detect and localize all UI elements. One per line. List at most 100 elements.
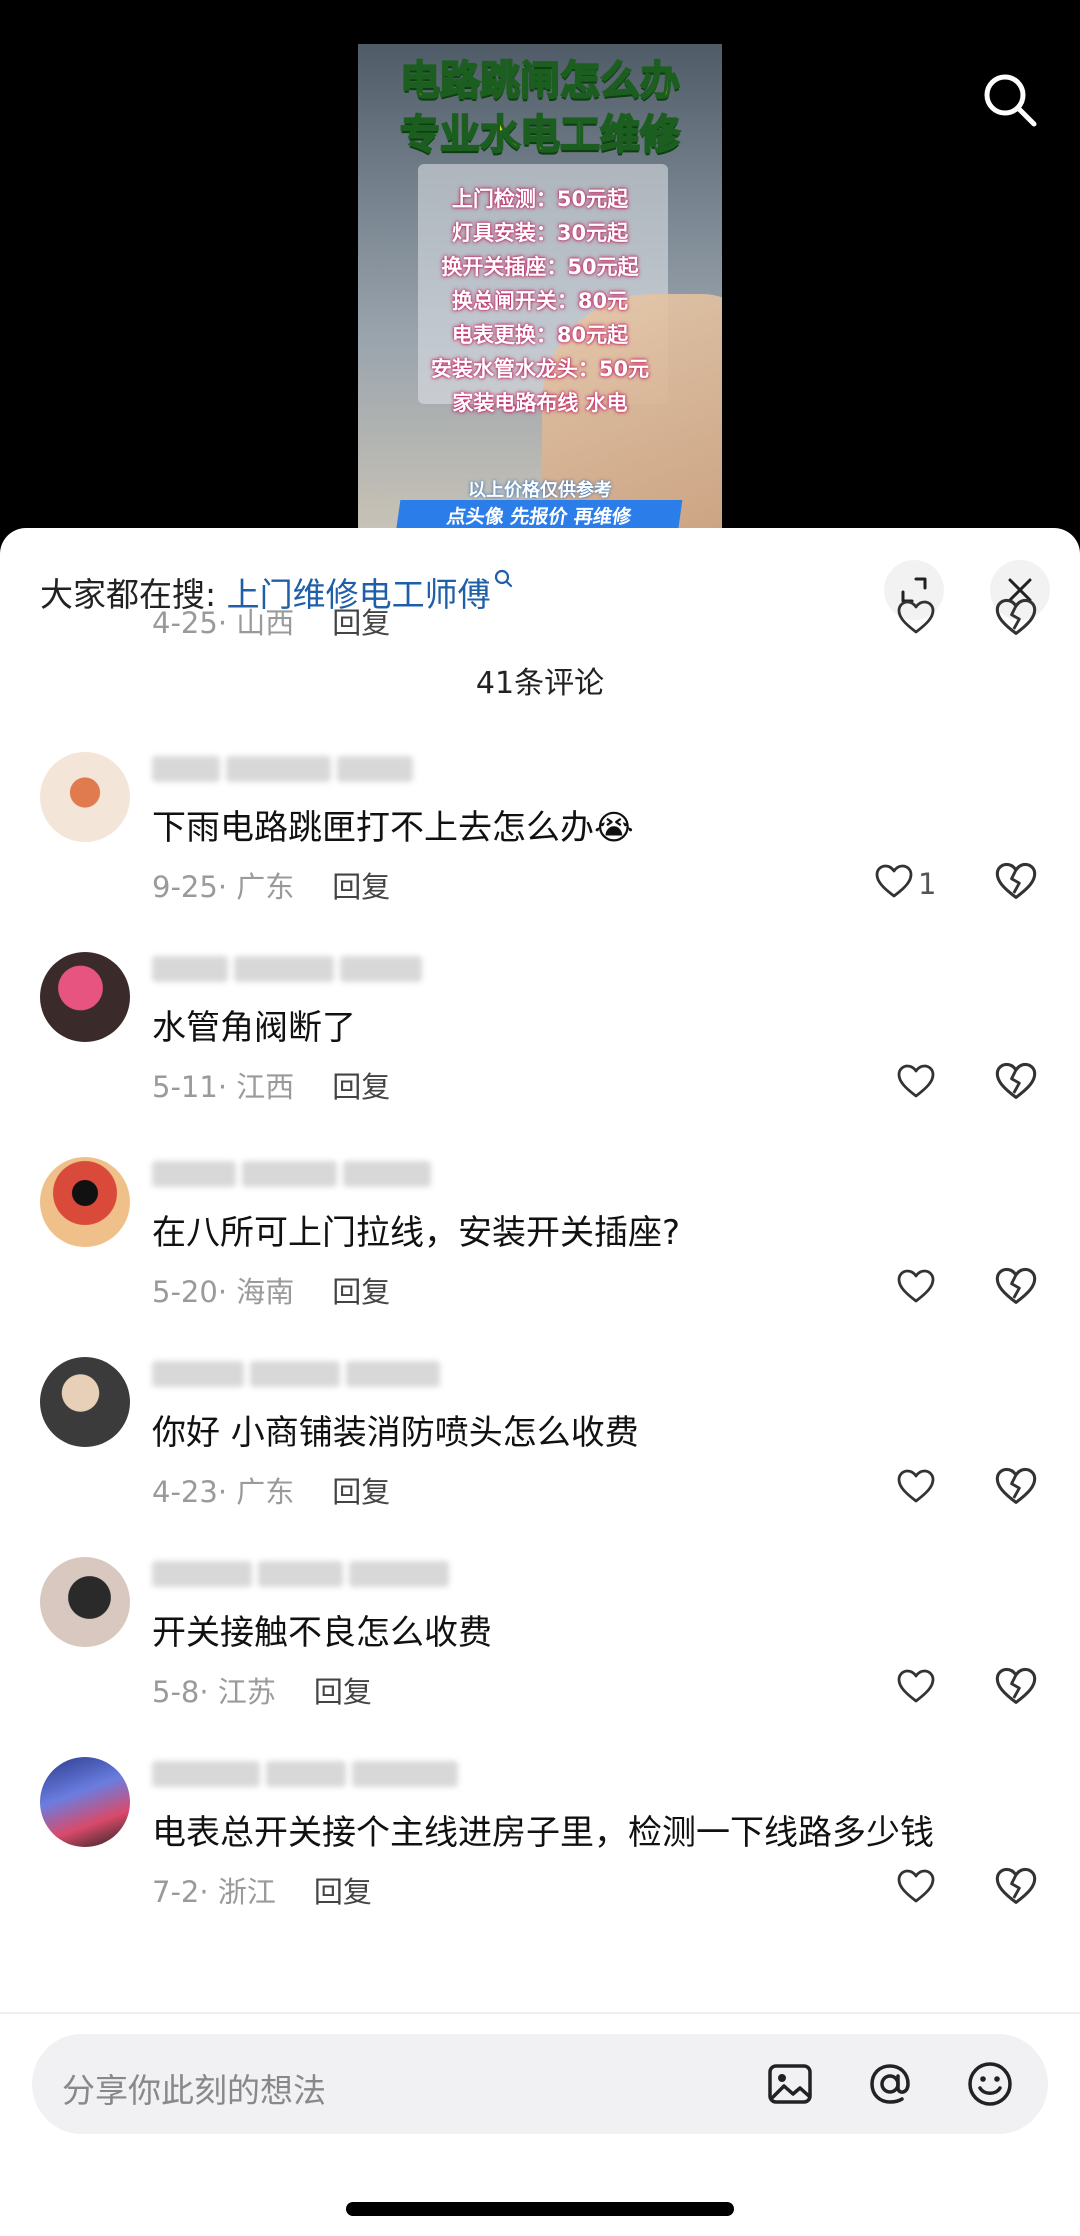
- heart-icon: [874, 862, 914, 906]
- username-blurred[interactable]: [152, 1161, 552, 1195]
- like-button[interactable]: [896, 1467, 940, 1511]
- like-button[interactable]: [896, 1867, 940, 1911]
- price-note: 以上价格仅供参考: [468, 480, 612, 501]
- username-blurred[interactable]: [152, 956, 552, 990]
- divider: [0, 2012, 1080, 2014]
- comment-date: 4-23: [152, 1475, 218, 1509]
- price-line: 电表更换：80元起: [451, 323, 629, 347]
- comment-input-placeholder: 分享你此刻的想法: [62, 2071, 326, 2110]
- comment-item[interactable]: 在八所可上门拉线，安装开关插座? 5-20· 海南 回复: [0, 1157, 1080, 1357]
- comment-location: 广东: [236, 1475, 295, 1509]
- search-icon[interactable]: [980, 70, 1040, 130]
- like-button[interactable]: [896, 598, 940, 642]
- comment-input[interactable]: 分享你此刻的想法: [32, 2034, 1048, 2134]
- comment-separator: ·: [217, 870, 237, 904]
- reply-button[interactable]: 回复: [314, 1675, 372, 1709]
- comment-separator: ·: [217, 1475, 237, 1509]
- comment-text: 开关接触不良怎么收费: [152, 1613, 492, 1653]
- dislike-button[interactable]: [994, 1865, 1038, 1909]
- broken-heart-icon: [994, 1267, 1038, 1313]
- dislike-button[interactable]: [994, 1060, 1038, 1104]
- comment-meta: 9-25· 广东 回复: [152, 864, 390, 906]
- avatar[interactable]: [40, 752, 130, 842]
- dislike-button[interactable]: [994, 1265, 1038, 1309]
- comment-separator: ·: [217, 606, 237, 640]
- comment-date: 5-20: [152, 1275, 218, 1309]
- avatar[interactable]: [40, 1757, 130, 1847]
- price-line: 上门检测：50元起: [451, 187, 629, 211]
- comment-item[interactable]: 下雨电路跳匣打不上去怎么办😭 9-25· 广东 回复 1: [0, 752, 1080, 952]
- comment-location: 江苏: [217, 1675, 276, 1709]
- comment-location: 广东: [236, 870, 295, 904]
- broken-heart-icon: [994, 862, 1038, 908]
- reply-button[interactable]: 回复: [332, 1475, 390, 1509]
- heart-icon: [896, 598, 936, 642]
- like-count: 1: [918, 867, 937, 901]
- dislike-button[interactable]: [994, 860, 1038, 904]
- price-list: 上门检测：50元起 灯具安装：30元起 换开关插座：50元起 换总闸开关：80元 电表更…: [358, 182, 722, 420]
- comment-text: 电表总开关接个主线进房子里，检测一下线路多少钱: [152, 1813, 934, 1853]
- like-button[interactable]: [896, 1267, 940, 1311]
- username-blurred[interactable]: [152, 756, 552, 790]
- reply-button[interactable]: 回复: [332, 870, 390, 904]
- comment-location: 海南: [236, 1275, 295, 1309]
- comment-item[interactable]: 电表总开关接个主线进房子里，检测一下线路多少钱 7-2· 浙江 回复: [0, 1757, 1080, 1957]
- comment-item[interactable]: 开关接触不良怎么收费 5-8· 江苏 回复: [0, 1557, 1080, 1757]
- avatar[interactable]: [40, 952, 130, 1042]
- comment-text: 下雨电路跳匣打不上去怎么办😭: [152, 808, 634, 848]
- comment-separator: ·: [199, 1675, 218, 1709]
- heart-icon: [896, 1062, 936, 1106]
- heart-icon: [896, 1267, 936, 1311]
- broken-heart-icon: [994, 1467, 1038, 1513]
- comment-date: 7-2: [152, 1875, 200, 1909]
- like-button[interactable]: [896, 1667, 940, 1711]
- dislike-button[interactable]: [994, 1665, 1038, 1709]
- comment-separator: ·: [199, 1875, 218, 1909]
- at-icon[interactable]: [864, 2058, 916, 2110]
- price-line: 灯具安装：30元起: [451, 221, 629, 245]
- thumbnail-title-line1: 电路跳闸怎么办: [399, 57, 681, 105]
- price-line: 安装水管水龙头：50元: [430, 357, 650, 381]
- broken-heart-icon: [994, 1667, 1038, 1713]
- comment-text: 你好 小商铺装消防喷头怎么收费: [152, 1413, 639, 1453]
- comment-separator: ·: [217, 1070, 237, 1104]
- heart-icon: [896, 1467, 936, 1511]
- dislike-button[interactable]: [994, 1465, 1038, 1509]
- avatar[interactable]: [40, 1557, 130, 1647]
- image-icon[interactable]: [764, 2058, 816, 2110]
- broken-heart-icon: [994, 1062, 1038, 1108]
- comment-meta: 5-20· 海南 回复: [152, 1269, 390, 1311]
- like-button[interactable]: [896, 1062, 940, 1106]
- reply-button[interactable]: 回复: [332, 1070, 390, 1104]
- dislike-button[interactable]: [994, 596, 1038, 640]
- heart-icon: [896, 1667, 936, 1711]
- reply-button[interactable]: 回复: [332, 1275, 390, 1309]
- username-blurred[interactable]: [152, 1361, 552, 1395]
- emoji-icon[interactable]: [964, 2058, 1016, 2110]
- comment-sheet: 大家都在搜: 上门维修电工师傅 41条评论 4-25· 山西 回复 下雨电路跳匣打不…: [0, 528, 1080, 2236]
- thumbnail-title: 电路跳闸怎么办 专业水电工维修: [358, 54, 722, 162]
- avatar[interactable]: [40, 1157, 130, 1247]
- thumbnail-title-line2: 专业水电工维修: [399, 111, 681, 159]
- comment-meta: 5-11· 江西 回复: [152, 1064, 390, 1106]
- comment-meta: 4-25· 山西 回复: [152, 600, 390, 642]
- username-blurred[interactable]: [152, 1561, 552, 1595]
- price-line: 换总闸开关：80元: [451, 289, 629, 313]
- reply-button[interactable]: 回复: [314, 1875, 372, 1909]
- comment-separator: ·: [217, 1275, 237, 1309]
- comment-location: 江西: [236, 1070, 295, 1104]
- comment-item[interactable]: 水管角阀断了 5-11· 江西 回复: [0, 952, 1080, 1152]
- video-area[interactable]: 电路跳闸怎么办 专业水电工维修 上门检测：50元起 灯具安装：30元起 换开关插座：…: [0, 0, 1080, 560]
- avatar[interactable]: [40, 1357, 130, 1447]
- comment-meta: 4-23· 广东 回复: [152, 1469, 390, 1511]
- video-thumbnail[interactable]: 电路跳闸怎么办 专业水电工维修 上门检测：50元起 灯具安装：30元起 换开关插座：…: [358, 44, 722, 534]
- price-line: 家装电路布线 水电: [452, 391, 628, 415]
- username-blurred[interactable]: [152, 1761, 552, 1795]
- like-button[interactable]: 1: [874, 862, 936, 906]
- comment-meta: 7-2· 浙江 回复: [152, 1869, 372, 1911]
- comment-item[interactable]: 你好 小商铺装消防喷头怎么收费 4-23· 广东 回复: [0, 1357, 1080, 1557]
- reply-button[interactable]: 回复: [332, 606, 390, 640]
- comment-text: 在八所可上门拉线，安装开关插座?: [152, 1213, 681, 1253]
- broken-heart-icon: [994, 598, 1038, 644]
- comment-location: 浙江: [217, 1875, 276, 1909]
